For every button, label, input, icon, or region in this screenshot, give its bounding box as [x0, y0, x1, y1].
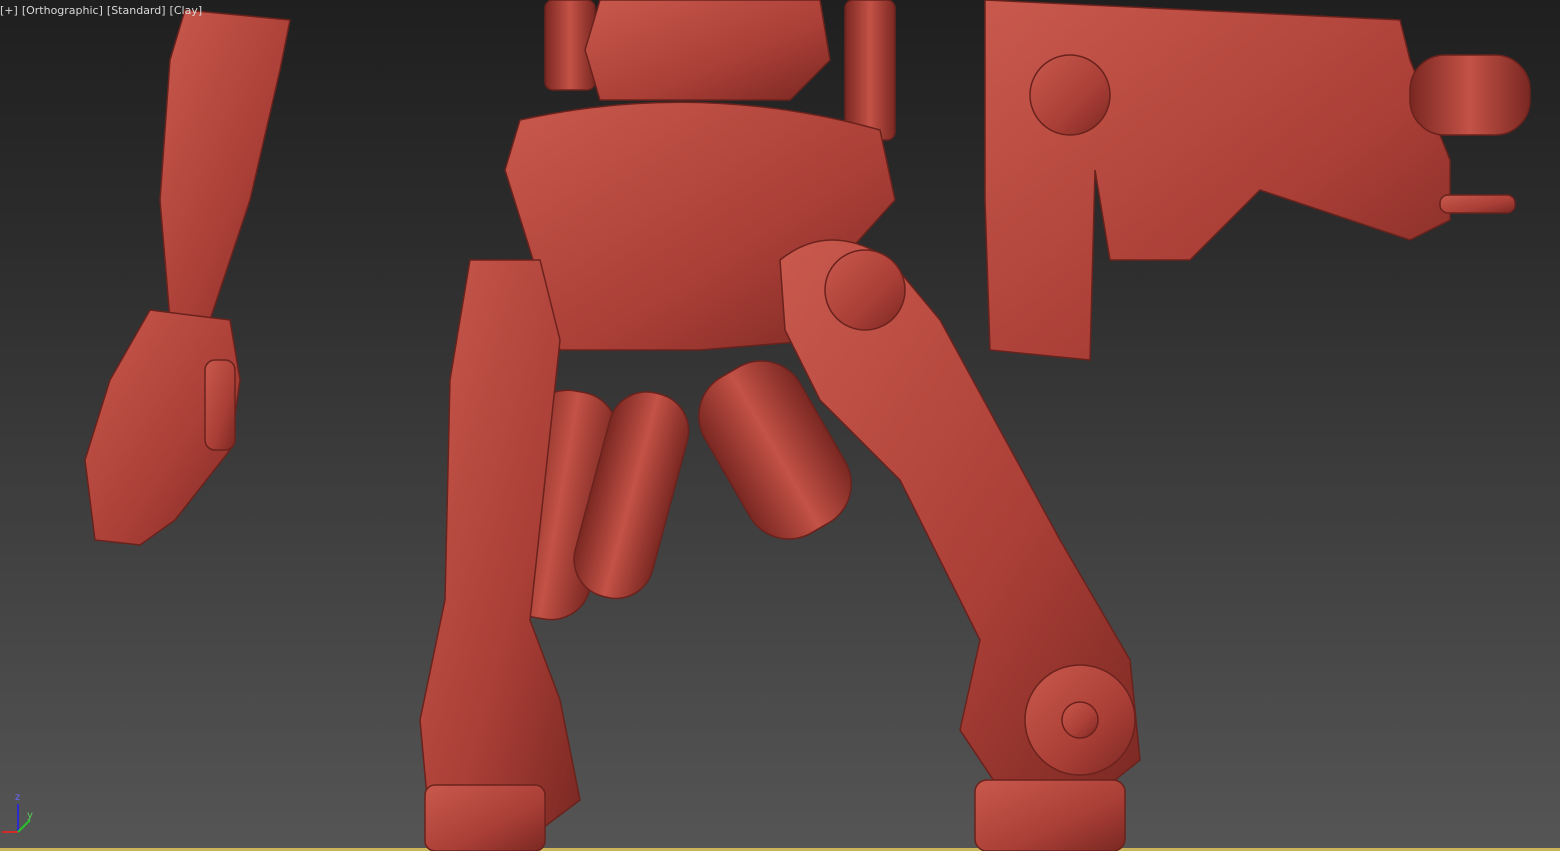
3d-viewport[interactable]: [+] [Orthographic] [Standard] [Clay] z y — [0, 0, 1560, 851]
axis-gizmo: z y — [0, 790, 50, 840]
viewport-view-menu[interactable]: [Orthographic] — [22, 4, 103, 17]
axis-y-label: y — [27, 810, 33, 821]
viewport-label-menu: [+] [Orthographic] [Standard] [Clay] — [0, 4, 202, 17]
viewport-shading-standard-menu[interactable]: [Standard] — [107, 4, 166, 17]
viewport-shading-clay-menu[interactable]: [Clay] — [170, 4, 203, 17]
axis-gizmo-lines — [2, 804, 31, 833]
robot-gun — [984, 0, 1531, 361]
robot-left-arm — [84, 9, 291, 546]
viewport-plus-menu[interactable]: [+] — [0, 4, 18, 17]
robot-model-render — [84, 0, 1531, 851]
axis-z-label: z — [15, 792, 21, 803]
